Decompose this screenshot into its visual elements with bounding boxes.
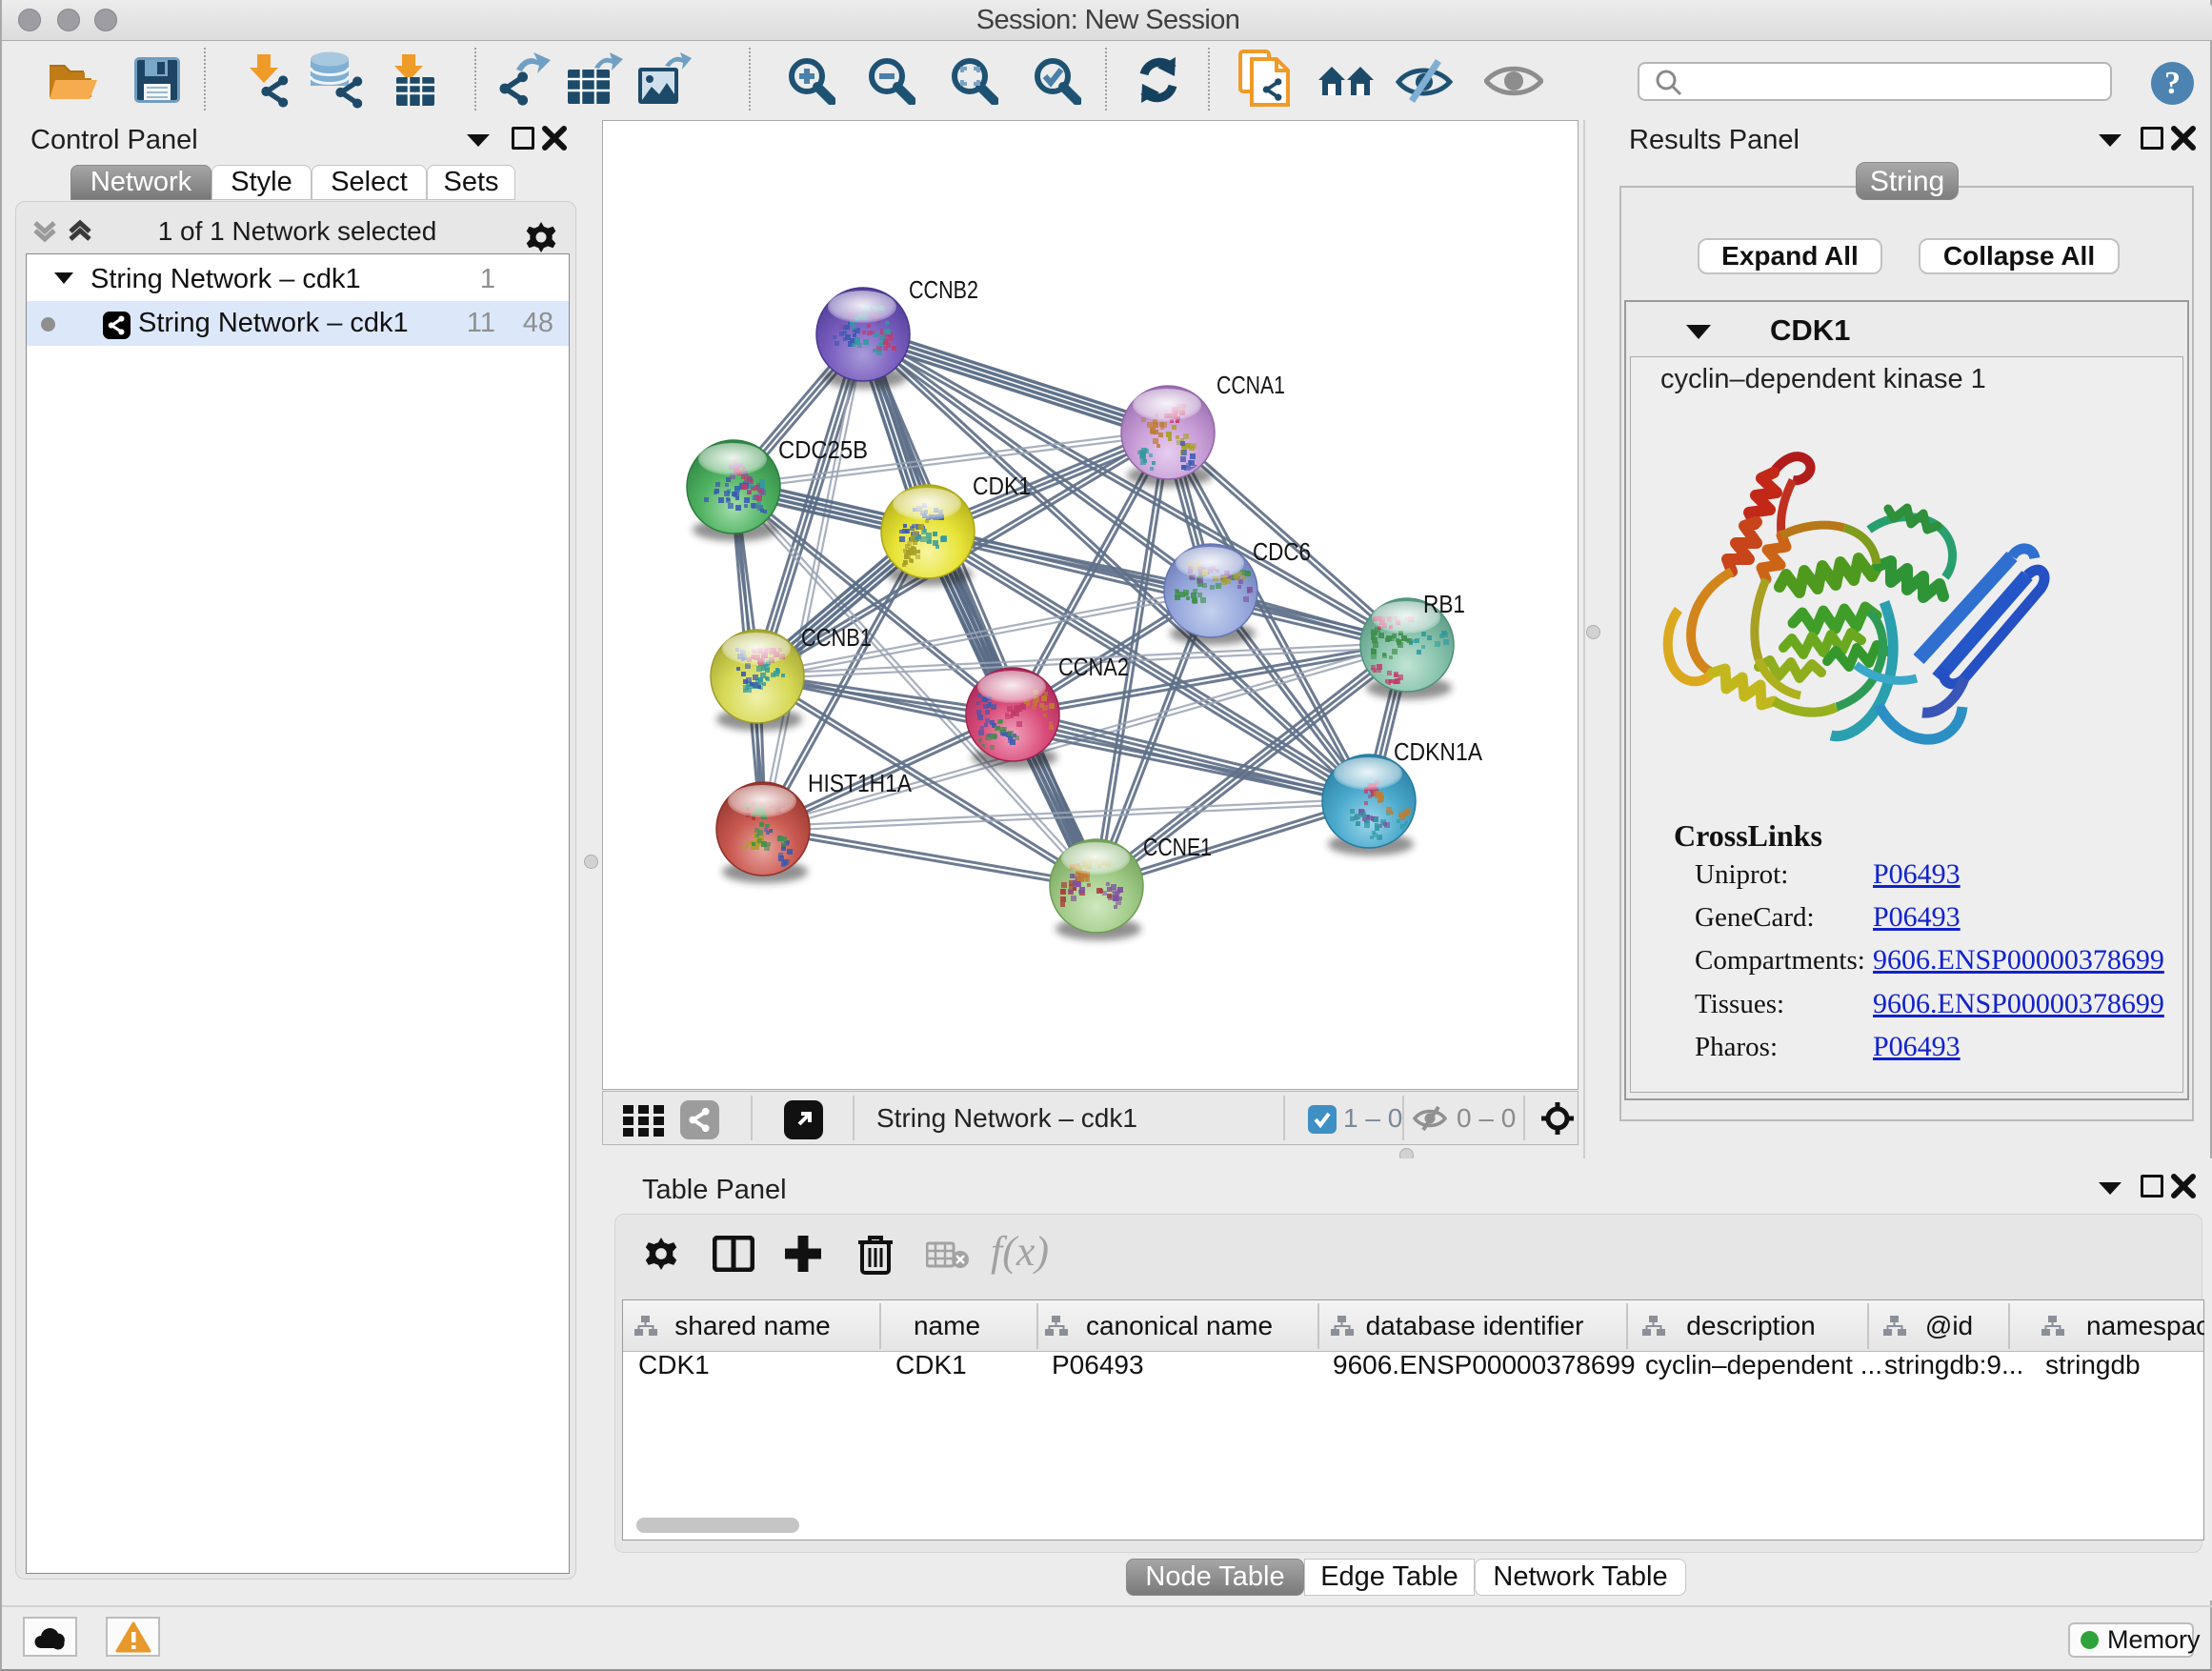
svg-text:CDC25B: CDC25B <box>778 435 868 464</box>
svg-text:CCNA1: CCNA1 <box>1217 371 1285 399</box>
svg-text:CCNA2: CCNA2 <box>1058 653 1129 681</box>
svg-text:HIST1H1A: HIST1H1A <box>808 769 913 797</box>
svg-text:CDKN1A: CDKN1A <box>1394 737 1483 766</box>
svg-text:RB1: RB1 <box>1423 590 1465 618</box>
svg-text:CDC6: CDC6 <box>1253 537 1311 566</box>
svg-text:CCNB2: CCNB2 <box>909 275 978 304</box>
svg-text:CCNB1: CCNB1 <box>801 623 872 652</box>
svg-text:CCNE1: CCNE1 <box>1143 833 1212 861</box>
svg-text:CDK1: CDK1 <box>973 472 1031 500</box>
